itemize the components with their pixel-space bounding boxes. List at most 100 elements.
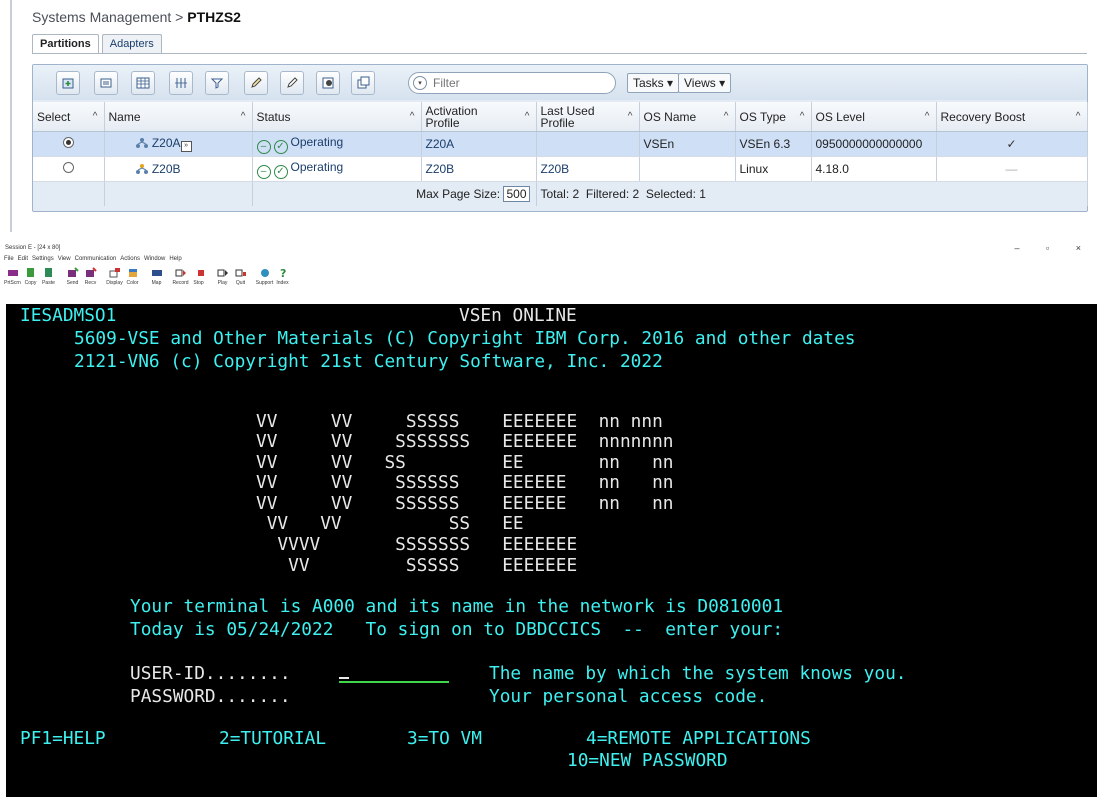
col-status[interactable]: Status ^ [252, 102, 422, 132]
columns-button[interactable] [169, 71, 193, 95]
pf-key-remote-applications[interactable]: 4=REMOTE APPLICATIONS [586, 729, 811, 749]
details-button[interactable] [94, 71, 118, 95]
row-os-type: VSEn 6.3 [735, 131, 812, 157]
menu-edit[interactable]: Edit [18, 256, 28, 262]
row-recovery-boost: ✓ [936, 131, 1088, 157]
sort-icon: ^ [1075, 111, 1081, 122]
col-activation-profile-label: Activation Profile [425, 103, 478, 130]
tool-display[interactable]: Display [106, 264, 123, 298]
password-input-field[interactable] [339, 687, 449, 707]
new-partition-icon [62, 78, 74, 89]
password-hint: Your personal access code. [489, 686, 768, 707]
menu-actions[interactable]: Actions [120, 256, 140, 262]
edit-button[interactable] [244, 71, 268, 95]
tool-index[interactable]: ? Index [274, 264, 291, 298]
linux-partition-icon [135, 164, 148, 174]
record-icon [175, 269, 186, 277]
tool-send[interactable]: Send [64, 264, 81, 298]
menu-communication[interactable]: Communication [75, 256, 117, 262]
pf-key-tutorial[interactable]: 2=TUTORIAL [219, 729, 326, 749]
row-name[interactable]: Z20A [152, 136, 181, 150]
terminal-cursor [339, 677, 349, 679]
views-menu-button[interactable]: Views ▾ [678, 73, 732, 93]
status-check-icon: ✓ [273, 139, 288, 154]
sort-icon: ^ [524, 111, 530, 122]
gear-icon [322, 77, 334, 89]
table-row[interactable]: Z20B – ✓ Operating Z20B Z20B Linux 4.18.0 … [33, 156, 1088, 182]
menu-window[interactable]: Window [144, 256, 165, 262]
menu-settings[interactable]: Settings [32, 256, 54, 262]
col-last-used-profile[interactable]: Last Used Profile ^ [536, 102, 640, 132]
tab-adapters[interactable]: Adapters [101, 34, 162, 53]
col-os-level[interactable]: OS Level ^ [811, 102, 937, 132]
filter-rows-button[interactable] [205, 71, 229, 95]
edit-2-button[interactable] [280, 71, 304, 95]
col-os-name[interactable]: OS Name ^ [639, 102, 736, 132]
row-status: Operating [290, 159, 344, 174]
tool-print-screen[interactable]: PrtScrn [4, 264, 21, 298]
row-select-radio[interactable] [62, 137, 74, 148]
row-name[interactable]: Z20B [152, 162, 181, 176]
tool-color[interactable]: Color [124, 264, 141, 298]
tool-receive[interactable]: Recv [82, 264, 99, 298]
sort-icon: ^ [723, 111, 729, 122]
pf-key-to-vm[interactable]: 3=TO VM [407, 729, 482, 749]
menu-file[interactable]: File [4, 256, 14, 262]
status-minus-icon: – [256, 164, 271, 179]
tool-copy[interactable]: Copy [22, 264, 39, 298]
tool-paste[interactable]: Paste [40, 264, 57, 298]
menu-view[interactable]: View [58, 256, 71, 262]
details-icon [100, 78, 112, 88]
pf-key-help[interactable]: PF1=HELP [20, 729, 106, 749]
filter-dropdown-icon[interactable]: ▾ [413, 76, 427, 90]
tool-record[interactable]: Record [172, 264, 189, 298]
table-header-row: Select ^ Name ^ Status ^ Activation Profile… [33, 102, 1088, 132]
row-os-type: Linux [735, 156, 812, 182]
terminal-screen[interactable]: IESADMSO1 VSEn ONLINE 5609-VSE and Other… [6, 304, 1097, 797]
tasks-menu-button[interactable]: Tasks ▾ [627, 73, 680, 93]
row-os-name [639, 156, 736, 182]
table-config-button[interactable] [131, 71, 155, 95]
col-activation-profile[interactable]: Activation Profile ^ [421, 102, 537, 132]
quit-icon [235, 269, 246, 277]
vse-logo-line: VVVV SSSSSSS EEEEEEE [256, 534, 578, 555]
emulator-title: Session E - [24 x 80] [5, 245, 61, 251]
col-os-type[interactable]: OS Type ^ [735, 102, 812, 132]
page-size-label: Max Page Size: [416, 187, 501, 201]
pencil-icon [251, 77, 262, 88]
context-menu-icon[interactable]: » [180, 141, 192, 152]
tool-play[interactable]: Play [214, 264, 231, 298]
table-row[interactable]: Z20A» – ✓ Operating Z20A VSEn VSEn 6.3 095… [33, 131, 1088, 157]
filter-icon [210, 78, 224, 89]
col-name[interactable]: Name ^ [104, 102, 253, 132]
emulator-toolbar: PrtScrn Copy Paste Send Recv Display Col… [4, 264, 291, 298]
start-button[interactable] [316, 71, 340, 95]
row-activation-profile[interactable]: Z20B [421, 156, 537, 182]
breadcrumb-parent[interactable]: Systems Management [32, 9, 171, 25]
tool-quit[interactable]: Quit [232, 264, 249, 298]
pf-key-new-password[interactable]: 10=NEW PASSWORD [567, 751, 728, 771]
status-check-icon: ✓ [273, 164, 288, 179]
window-controls[interactable]: – ▫ × [1015, 243, 1093, 253]
status-minus-icon: – [256, 139, 271, 154]
menu-help[interactable]: Help [169, 256, 181, 262]
tool-stop[interactable]: Stop [190, 264, 207, 298]
col-recovery-boost[interactable]: Recovery Boost ^ [936, 102, 1088, 132]
userid-input-field[interactable] [339, 681, 449, 683]
row-select-radio[interactable] [62, 162, 74, 173]
vse-logo-line: VV VV SSSSSS EEEEEE nn nn [256, 472, 674, 493]
copy-button[interactable] [351, 71, 375, 95]
col-select[interactable]: Select ^ [33, 102, 105, 132]
row-activation-profile[interactable]: Z20A [421, 131, 537, 157]
filter-input[interactable] [431, 75, 605, 91]
page-size-input[interactable]: 500 [503, 186, 530, 202]
tool-support[interactable]: Support [256, 264, 273, 298]
terminal-copyright-ibm: 5609-VSE and Other Materials (C) Copyrig… [74, 328, 856, 349]
new-partition-button[interactable] [56, 71, 80, 95]
tool-map[interactable]: Map [148, 264, 165, 298]
display-icon [109, 268, 120, 278]
vse-logo-line: VV VV SSSSSSS EEEEEEE nnnnnnn [256, 431, 674, 452]
sort-icon: ^ [924, 111, 930, 122]
tab-partitions[interactable]: Partitions [32, 34, 99, 53]
tab-bar: Partitions Adapters [32, 34, 162, 53]
